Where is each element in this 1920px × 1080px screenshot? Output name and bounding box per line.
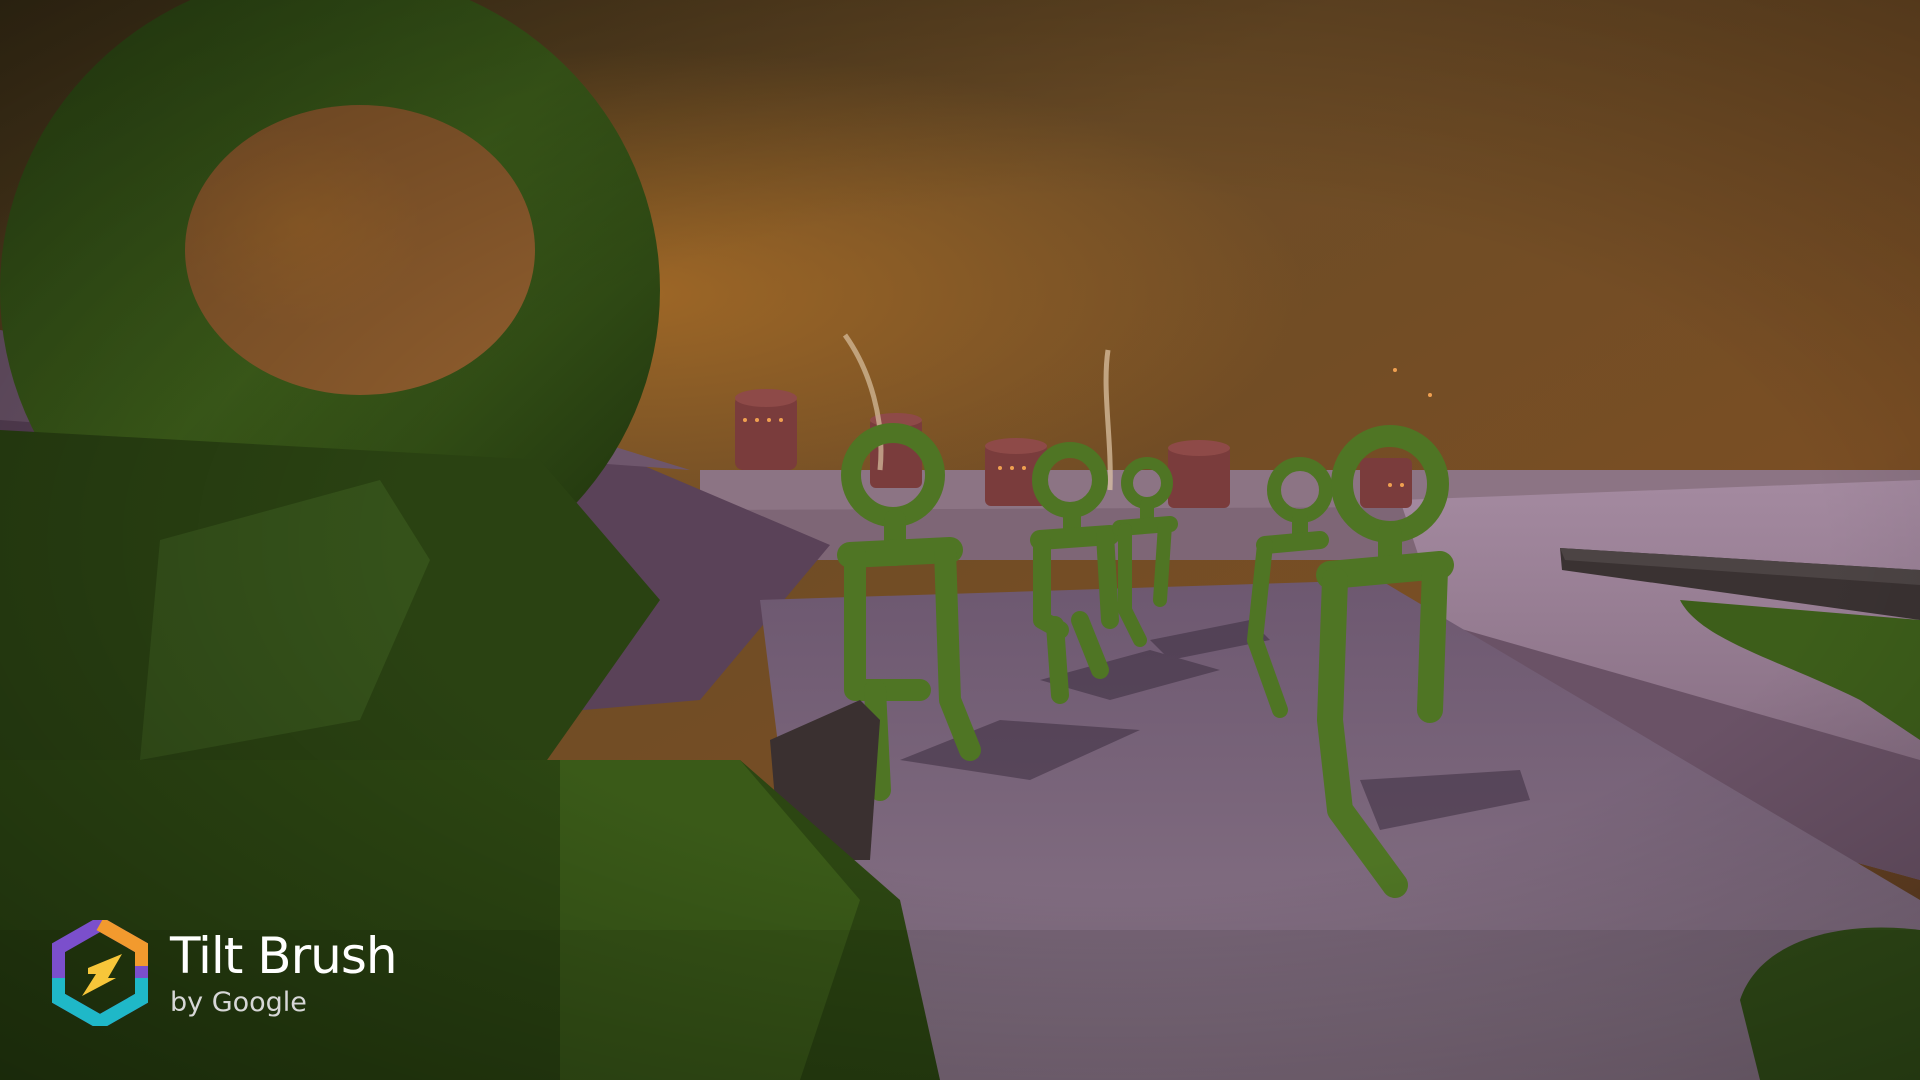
brand-title: Tilt Brush xyxy=(170,926,398,985)
brand-logo: Tilt Brush by Google xyxy=(52,918,398,1028)
brand-subtitle: by Google xyxy=(170,986,307,1018)
game-viewport[interactable]: Tilt Brush by Google xyxy=(0,0,1920,1080)
tilt-brush-hexagon-logo-icon xyxy=(52,920,148,1026)
